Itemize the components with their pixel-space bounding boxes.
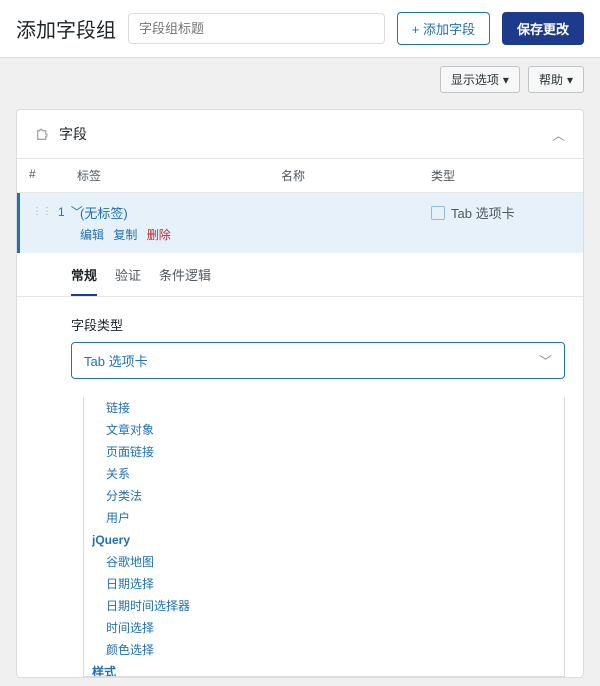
tab-general[interactable]: 常规 [71,265,97,296]
field-type-select[interactable]: Tab 选项卡 ﹀ [71,342,565,379]
copy-link[interactable]: 复制 [113,228,137,242]
delete-link[interactable]: 删除 [147,228,171,242]
field-type-label: 字段类型 [71,315,565,334]
option-color[interactable]: 颜色选择 [84,639,564,661]
group-title-input[interactable] [128,13,385,44]
col-num: # [29,167,77,184]
chevron-up-icon: ︿ [552,125,565,144]
show-options-button[interactable]: 显示选项 ▾ [440,66,520,93]
col-name: 名称 [281,167,431,184]
help-button[interactable]: 帮助 ▾ [528,66,584,93]
optgroup-style: 样式 [84,661,564,677]
option-taxonomy[interactable]: 分类法 [84,485,564,507]
save-button[interactable]: 保存更改 [502,12,584,45]
col-type: 类型 [431,167,571,184]
tab-icon [431,206,445,220]
option-date[interactable]: 日期选择 [84,573,564,595]
chevron-down-icon: ﹀ [539,351,552,370]
option-page-link[interactable]: 页面链接 [84,441,564,463]
option-datetime[interactable]: 日期时间选择器 [84,595,564,617]
drag-handle-icon[interactable]: ⋮⋮ [32,207,52,217]
field-label[interactable]: (无标签) [80,203,281,222]
puzzle-icon [35,126,51,142]
chevron-down-icon: ▾ [503,73,509,87]
optgroup-jquery: jQuery [84,529,564,551]
option-user[interactable]: 用户 [84,507,564,529]
option-time[interactable]: 时间选择 [84,617,564,639]
chevron-down-icon: ▾ [567,73,573,87]
option-post-object[interactable]: 文章对象 [84,419,564,441]
option-relation[interactable]: 关系 [84,463,564,485]
col-label: 标签 [77,167,281,184]
option-link[interactable]: 链接 [84,397,564,419]
page-title: 添加字段组 [16,14,116,43]
tab-logic[interactable]: 条件逻辑 [159,265,211,296]
edit-link[interactable]: 编辑 [80,228,104,242]
option-google-map[interactable]: 谷歌地图 [84,551,564,573]
field-row[interactable]: ⋮⋮ 1 ﹀ (无标签) 编辑 复制 删除 Tab 选项卡 [17,193,583,253]
panel-header[interactable]: 字段 ︿ [17,110,583,159]
tab-validate[interactable]: 验证 [115,265,141,296]
field-type-dropdown[interactable]: 链接 文章对象 页面链接 关系 分类法 用户 jQuery 谷歌地图 日期选择 … [83,397,565,677]
add-field-button[interactable]: + 添加字段 [397,12,490,45]
